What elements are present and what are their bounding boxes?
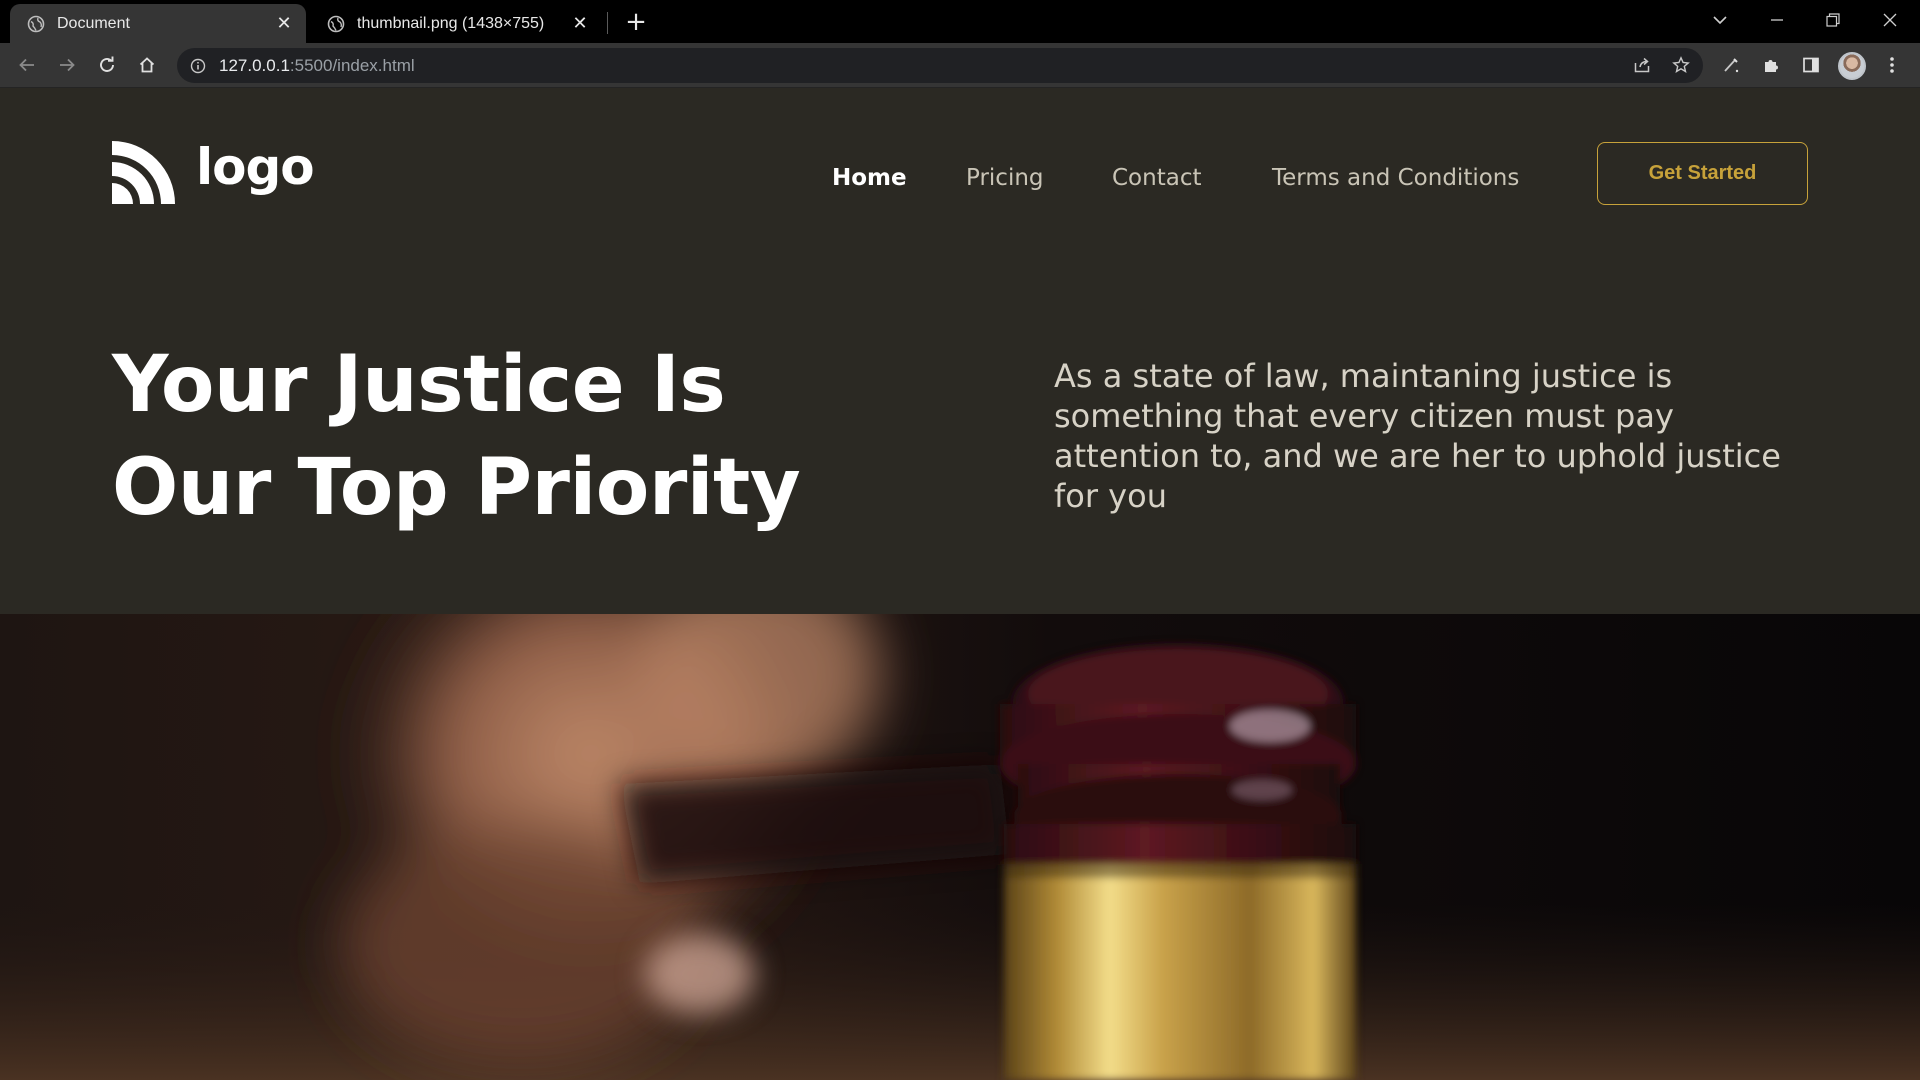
- hero-gavel-image: [0, 614, 1920, 1080]
- address-host: 127.0.0.1: [219, 55, 290, 75]
- globe-icon: [27, 15, 45, 33]
- logo-mark-icon: [112, 141, 175, 204]
- menu-kebab-icon[interactable]: [1876, 49, 1908, 81]
- address-bar[interactable]: 127.0.0.1:5500/index.html: [177, 48, 1703, 83]
- close-icon[interactable]: ✕: [570, 13, 590, 34]
- browser-tab-bar: Document ✕ thumbnail.png (1438×755) ✕ +: [0, 0, 1920, 43]
- browser-toolbar: 127.0.0.1:5500/index.html: [0, 43, 1920, 88]
- get-started-button[interactable]: Get Started: [1597, 142, 1808, 205]
- bookmark-star-icon[interactable]: [1665, 49, 1697, 81]
- extensions-icon[interactable]: [1755, 49, 1787, 81]
- new-tab-icon[interactable]: +: [622, 7, 650, 37]
- close-window-icon[interactable]: [1862, 0, 1918, 40]
- hero-headline: Your Justice Is Our Top Priority: [112, 334, 932, 540]
- restore-icon[interactable]: [1805, 0, 1861, 40]
- nav-terms[interactable]: Terms and Conditions: [1272, 158, 1519, 198]
- web-page: logo Home Pricing Contact Terms and Cond…: [0, 88, 1920, 1080]
- nav-home[interactable]: Home: [832, 158, 907, 198]
- forward-icon[interactable]: [51, 49, 83, 81]
- nav-contact[interactable]: Contact: [1112, 158, 1201, 198]
- globe-icon: [327, 15, 345, 33]
- site-info-icon[interactable]: [189, 57, 207, 75]
- hero-headline-line-2: Our Top Priority: [112, 443, 801, 533]
- tab-separator: [607, 12, 608, 34]
- site-logo[interactable]: logo: [112, 138, 315, 204]
- minimize-icon[interactable]: [1749, 0, 1805, 40]
- close-icon[interactable]: ✕: [274, 13, 294, 34]
- home-icon[interactable]: [131, 49, 163, 81]
- tab-document[interactable]: Document ✕: [10, 4, 306, 43]
- tab-search-icon[interactable]: [1692, 0, 1748, 40]
- nav-pricing[interactable]: Pricing: [966, 158, 1044, 198]
- address-path: :5500/index.html: [289, 55, 415, 75]
- share-icon[interactable]: [1626, 49, 1658, 81]
- reload-icon[interactable]: [91, 49, 123, 81]
- logo-text: logo: [196, 138, 315, 196]
- side-panel-icon[interactable]: [1795, 49, 1827, 81]
- hero-headline-line-1: Your Justice Is: [112, 340, 726, 430]
- tab-title: Document: [57, 14, 130, 32]
- profile-avatar[interactable]: [1838, 52, 1866, 80]
- address-url: 127.0.0.1:5500/index.html: [219, 56, 415, 76]
- tab-title: thumbnail.png (1438×755): [357, 14, 545, 32]
- pen-extension-icon[interactable]: [1715, 49, 1747, 81]
- back-icon[interactable]: [11, 49, 43, 81]
- tab-thumbnail[interactable]: thumbnail.png (1438×755) ✕: [310, 4, 602, 43]
- hero-description: As a state of law, maintaning justice is…: [1054, 357, 1781, 515]
